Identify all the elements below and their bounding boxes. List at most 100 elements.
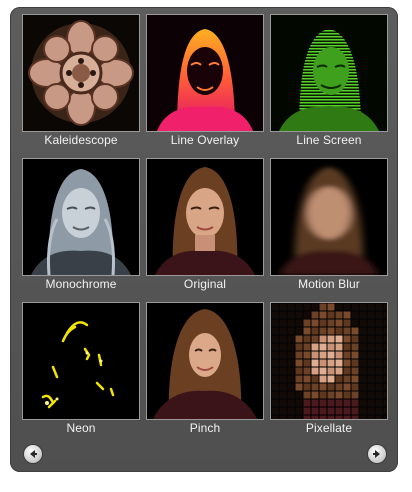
previous-page-button[interactable] (24, 445, 42, 463)
pixel-block (375, 391, 383, 399)
pixel-block (271, 359, 279, 367)
pixel-block (319, 383, 327, 391)
pixel-block (359, 311, 367, 319)
pixel-block (367, 375, 375, 383)
pixel-block (319, 303, 327, 311)
pixel-block (351, 399, 359, 407)
pixel-block (279, 375, 287, 383)
pixellate-thumbnail (270, 302, 388, 420)
pixel-block (367, 351, 375, 359)
pixel-block (295, 343, 303, 351)
pixel-block (287, 319, 295, 327)
pixel-block (311, 327, 319, 335)
pixel-block (311, 311, 319, 319)
pixel-block (271, 335, 279, 343)
pixel-block (383, 351, 387, 359)
pixel-block (359, 351, 367, 359)
pixel-block (271, 415, 279, 419)
pixel-block (343, 351, 351, 359)
pixel-block (375, 311, 383, 319)
pixel-block (271, 343, 279, 351)
pixel-block (375, 343, 383, 351)
pixel-block (367, 343, 375, 351)
pixel-block (335, 407, 343, 415)
pixel-block (359, 367, 367, 375)
pixel-block (359, 335, 367, 343)
pixel-block (375, 383, 383, 391)
pixel-block (311, 391, 319, 399)
pixel-block (287, 303, 295, 311)
pixel-block (343, 327, 351, 335)
effect-label: Monochrome (45, 277, 117, 291)
effect-label: Original (183, 277, 227, 291)
pixel-block (279, 303, 287, 311)
pixel-block (311, 343, 319, 351)
pixel-block (375, 375, 383, 383)
pixel-block (311, 407, 319, 415)
effect-label: Pinch (189, 421, 221, 435)
pixel-block (279, 311, 287, 319)
pixel-block (335, 391, 343, 399)
pixel-block (375, 399, 383, 407)
pixel-block (287, 415, 295, 419)
pixel-block (319, 359, 327, 367)
pixel-block (383, 319, 387, 327)
pixel-block (311, 415, 319, 419)
pixel-block (335, 343, 343, 351)
pixel-block (295, 319, 303, 327)
pixel-block (343, 383, 351, 391)
pixel-block (375, 407, 383, 415)
pixel-block (319, 375, 327, 383)
pixel-block (367, 311, 375, 319)
pixel-block (343, 343, 351, 351)
pixel-block (279, 399, 287, 407)
pixel-block (303, 399, 311, 407)
pixel-block (319, 407, 327, 415)
pixel-block (383, 367, 387, 375)
pixel-block (367, 383, 375, 391)
pixel-block (343, 399, 351, 407)
pixel-block (383, 311, 387, 319)
pixel-block (351, 407, 359, 415)
pixel-block (311, 351, 319, 359)
pixel-block (335, 335, 343, 343)
pixel-block (335, 327, 343, 335)
effect-label: Line Overlay (170, 133, 240, 147)
pixel-block (287, 375, 295, 383)
pixel-block (295, 359, 303, 367)
pixel-block (327, 391, 335, 399)
pixel-block (287, 383, 295, 391)
effect-label: Pixellate (305, 421, 353, 435)
pixel-block (287, 407, 295, 415)
pixel-block (287, 335, 295, 343)
pixel-block (295, 311, 303, 319)
pixel-block (351, 327, 359, 335)
pixel-block (311, 335, 319, 343)
pixel-block (279, 407, 287, 415)
pixel-block (311, 399, 319, 407)
effect-label: Neon (66, 421, 96, 435)
pixel-block (311, 319, 319, 327)
pixel-block (271, 383, 279, 391)
pixel-block (343, 319, 351, 327)
pixel-block (279, 391, 287, 399)
pixel-block (335, 311, 343, 319)
pixel-block (351, 383, 359, 391)
next-page-button[interactable] (368, 445, 386, 463)
pixel-block (367, 407, 375, 415)
pixel-block (303, 311, 311, 319)
pixel-block (303, 359, 311, 367)
pixel-block (287, 391, 295, 399)
pixel-block (335, 383, 343, 391)
pixel-block (287, 311, 295, 319)
pixel-block (343, 303, 351, 311)
pixel-block (295, 383, 303, 391)
pixel-block (271, 399, 279, 407)
pixel-block (279, 335, 287, 343)
pixel-block (367, 399, 375, 407)
left-arrow-icon (30, 450, 37, 458)
pixel-block (271, 303, 279, 311)
pixel-block (367, 327, 375, 335)
pixel-block (375, 303, 383, 311)
pixel-block (303, 303, 311, 311)
